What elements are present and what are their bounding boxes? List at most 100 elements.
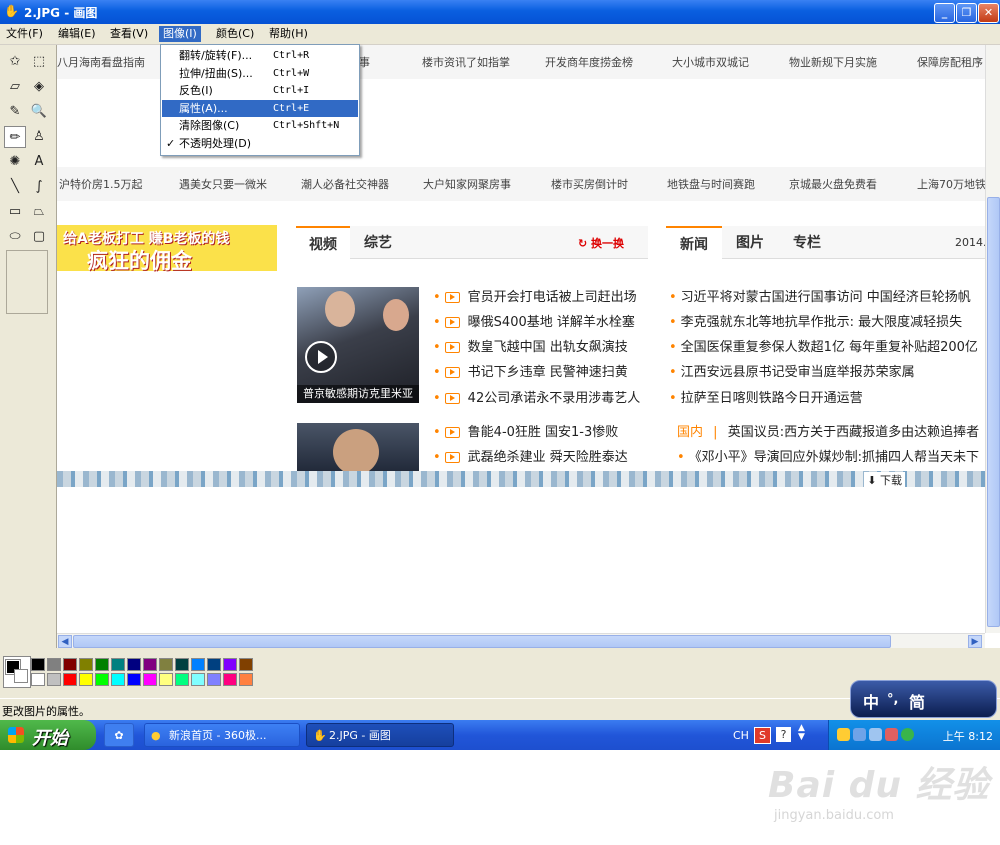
status-text: 更改图片的属性。 [2, 705, 90, 718]
ime-mode[interactable]: 中 [863, 689, 879, 713]
list-item: • 全国医保重复参保人数超1亿 每年重复补贴超200亿 [669, 336, 978, 355]
color-swatch[interactable] [63, 673, 77, 686]
minimize-button[interactable]: _ [934, 3, 955, 23]
qq-icon[interactable] [837, 728, 850, 741]
color-swatch[interactable] [111, 658, 125, 671]
polygon-icon[interactable]: ⏢ [28, 201, 50, 223]
menu-edit[interactable]: 编辑(E) [54, 26, 100, 42]
help-icon[interactable]: ? [776, 727, 791, 742]
horizontal-scroll-thumb[interactable] [73, 635, 891, 648]
color-swatch[interactable] [31, 673, 45, 686]
select-icon[interactable]: ⬚ [28, 51, 50, 73]
horizontal-scrollbar[interactable]: ◀ ▶ [57, 633, 985, 649]
menu-file[interactable]: 文件(F) [2, 26, 47, 42]
tool-options-box[interactable] [6, 250, 48, 314]
color-swatch[interactable] [143, 658, 157, 671]
color-swatch[interactable] [79, 658, 93, 671]
ime-toolbar[interactable]: 中 °, 简 [850, 680, 997, 718]
menu-item-image-4[interactable]: 清除图像(C) Ctrl+Shft+N [162, 117, 358, 134]
color-swatch[interactable] [159, 658, 173, 671]
refresh-icon: ↻ [578, 237, 592, 250]
language-indicator[interactable]: CH [733, 729, 749, 742]
network-icon[interactable] [853, 728, 866, 741]
menu-item-image-5[interactable]: ✓ 不透明处理(D) [162, 135, 358, 152]
color-swatch[interactable] [223, 658, 237, 671]
color-swatch[interactable] [239, 658, 253, 671]
color-swatch[interactable] [143, 673, 157, 686]
menu-help[interactable]: 帮助(H) [265, 26, 312, 42]
ime-s-icon[interactable]: S [754, 727, 771, 744]
line-icon[interactable]: ╲ [4, 176, 26, 198]
pencil-icon[interactable]: ✏ [4, 126, 26, 148]
menu-item-image-0[interactable]: 翻转/旋转(F)... Ctrl+R [162, 47, 358, 64]
taskbar-item-paint[interactable]: ✋ 2.JPG - 画图 [306, 723, 454, 747]
photo-figure [383, 299, 409, 331]
eraser-icon[interactable]: ▱ [4, 76, 26, 98]
color-swatch[interactable] [207, 658, 221, 671]
title-bar[interactable]: ✋ 2.JPG - 画图 _ ❐ ✕ [0, 0, 1000, 24]
rounded-rect-icon[interactable]: ▢ [28, 226, 50, 248]
color-swatch[interactable] [79, 673, 93, 686]
ticker-item: 保障房配租序 [917, 56, 983, 69]
color-swatch[interactable] [47, 658, 61, 671]
color-swatch[interactable] [159, 673, 173, 686]
magnifier-icon[interactable]: 🔍 [28, 101, 50, 123]
color-picker-icon[interactable]: ✎ [4, 101, 26, 123]
vertical-scroll-thumb[interactable] [987, 197, 1000, 627]
color-swatch[interactable] [191, 658, 205, 671]
quicklaunch-icon[interactable]: ✿ [104, 723, 134, 747]
expand-icon[interactable]: ▲ ▼ [798, 724, 805, 742]
text-icon[interactable]: A [28, 151, 50, 173]
menu-image[interactable]: 图像(I) [159, 26, 201, 42]
bullet-icon: • [669, 290, 677, 305]
tray-plus-icon[interactable] [901, 728, 914, 741]
start-button[interactable]: 开始 [0, 720, 96, 750]
brush-icon[interactable]: ♙ [28, 126, 50, 148]
color-swatch[interactable] [63, 658, 77, 671]
ime-simplified[interactable]: 简 [909, 689, 925, 713]
menu-item-shortcut: Ctrl+R [273, 50, 310, 61]
taskbar-item-browser[interactable]: ● 新浪首页 - 360极... [144, 723, 300, 747]
fill-icon[interactable]: ◈ [28, 76, 50, 98]
vertical-scrollbar[interactable] [985, 45, 1000, 633]
background-color[interactable] [14, 669, 28, 683]
ime-punct[interactable]: °, [887, 692, 898, 707]
menu-item-image-3[interactable]: 属性(A)... Ctrl+E [162, 99, 358, 117]
color-swatch[interactable] [111, 673, 125, 686]
color-swatch[interactable] [95, 658, 109, 671]
news-text: 《邓小平》导演回应外媒炒制:抓捕四人帮当天未下 [688, 450, 980, 465]
color-swatch[interactable] [239, 673, 253, 686]
menu-item-shortcut: Ctrl+I [273, 85, 310, 97]
color-swatch[interactable] [223, 673, 237, 686]
tray-app-icon[interactable] [869, 728, 882, 741]
color-swatch[interactable] [95, 673, 109, 686]
color-swatch[interactable] [191, 673, 205, 686]
menu-view[interactable]: 查看(V) [106, 26, 152, 42]
news-text: 曝俄S400基地 详解羊水栓塞 [467, 315, 635, 330]
watermark-url: jingyan.baidu.com [774, 808, 894, 823]
airbrush-icon[interactable]: ✺ [4, 151, 26, 173]
refresh-link: ↻ 换一换 [578, 235, 624, 251]
color-swatch[interactable] [127, 658, 141, 671]
color-swatch[interactable] [31, 658, 45, 671]
color-swatch[interactable] [127, 673, 141, 686]
menu-colors[interactable]: 颜色(C) [212, 26, 258, 42]
news-text: 英国议员:西方关于西藏报道多由达赖追捧者 [727, 425, 980, 440]
color-swatch[interactable] [207, 673, 221, 686]
menu-item-image-2[interactable]: 反色(I) Ctrl+I [162, 82, 358, 99]
scroll-left-arrow-icon[interactable]: ◀ [58, 635, 72, 648]
color-swatch[interactable] [47, 673, 61, 686]
close-button[interactable]: ✕ [978, 3, 999, 23]
list-item: • 《邓小平》导演回应外媒炒制:抓捕四人帮当天未下 [677, 446, 979, 465]
free-select-icon[interactable]: ✩ [4, 51, 26, 73]
color-swatch[interactable] [175, 658, 189, 671]
curve-icon[interactable]: ∫ [28, 176, 50, 198]
color-swatch[interactable] [175, 673, 189, 686]
menu-item-image-1[interactable]: 拉伸/扭曲(S)... Ctrl+W [162, 65, 358, 82]
rectangle-icon[interactable]: ▭ [4, 201, 26, 223]
scroll-right-arrow-icon[interactable]: ▶ [968, 635, 982, 648]
ellipse-icon[interactable]: ⬭ [4, 226, 26, 248]
tray-app-icon[interactable] [885, 728, 898, 741]
ticker-item: 潮人必备社交神器 [301, 178, 389, 191]
maximize-button[interactable]: ❐ [956, 3, 977, 23]
